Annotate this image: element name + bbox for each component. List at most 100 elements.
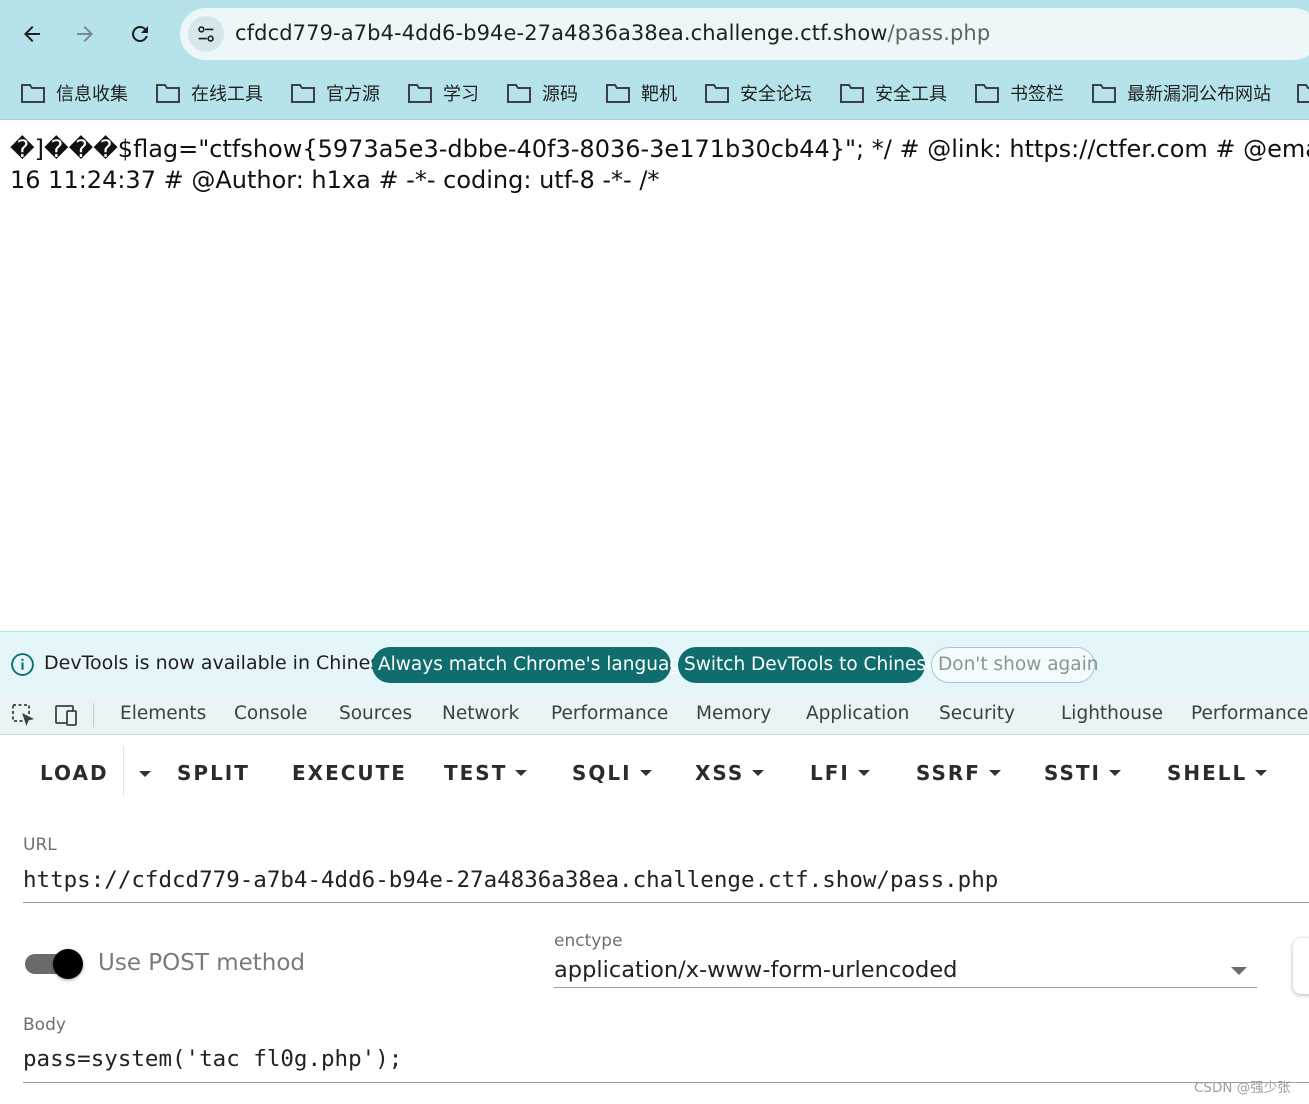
bookmark-label: 官方源 <box>326 84 380 105</box>
bookmark-label: 在线工具 <box>191 84 263 105</box>
tab-application[interactable]: Application <box>806 703 909 724</box>
execute-button[interactable]: EXECUTE <box>292 761 407 785</box>
tab-lighthouse[interactable]: Lighthouse <box>1061 703 1163 724</box>
shell-menu-button[interactable]: SHELL <box>1167 761 1268 785</box>
post-method-label: Use POST method <box>98 950 306 976</box>
sqli-label: SQLI <box>572 761 632 785</box>
hackbar-panel: LOAD SPLIT EXECUTE TEST SQLI XSS LFI SSR… <box>0 736 1309 1104</box>
post-method-toggle[interactable] <box>25 949 85 979</box>
bookmark-folder[interactable]: 官方源 <box>290 79 380 107</box>
watermark: CSDN @强少张 <box>1194 1080 1291 1096</box>
bookmark-label: 安全工具 <box>875 84 947 105</box>
shell-label: SHELL <box>1167 761 1248 785</box>
bookmark-label: 学习 <box>443 84 479 105</box>
xss-label: XSS <box>695 761 745 785</box>
url-host: cfdcd779-a7b4-4dd6-b94e-27a4836a38ea.cha… <box>235 21 888 45</box>
test-label: TEST <box>444 761 508 785</box>
folder-icon <box>156 84 180 103</box>
bookmark-folder[interactable]: 学习 <box>407 79 479 107</box>
chevron-down-icon <box>639 769 652 776</box>
test-menu-button[interactable]: TEST <box>444 761 528 785</box>
bookmark-folder[interactable]: 在线工具 <box>155 79 263 107</box>
chevron-down-icon <box>752 769 765 776</box>
chevron-down-icon <box>857 769 870 776</box>
ssrf-menu-button[interactable]: SSRF <box>916 761 1001 785</box>
tab-network[interactable]: Network <box>442 703 519 724</box>
toggle-knob <box>53 949 83 979</box>
reload-icon <box>132 25 148 42</box>
chevron-down-icon <box>988 769 1001 776</box>
always-match-language-button[interactable]: Always match Chrome's language <box>372 647 692 683</box>
hackbar-toolbar: LOAD SPLIT EXECUTE TEST SQLI XSS LFI SSR… <box>0 746 1309 800</box>
ssti-label: SSTI <box>1044 761 1101 785</box>
bookmark-folder[interactable]: 书签栏 <box>974 79 1064 107</box>
inspect-element-icon[interactable] <box>11 703 37 727</box>
lfi-menu-button[interactable]: LFI <box>810 761 870 785</box>
tab-sources[interactable]: Sources <box>339 703 412 724</box>
page-text-line: 16 11:24:37 # @Author: h1xa # -*- coding… <box>10 166 660 194</box>
bookmark-folder[interactable]: 安全论坛 <box>704 79 812 107</box>
bookmark-folder[interactable] <box>1296 79 1309 107</box>
lfi-label: LFI <box>810 761 850 785</box>
side-panel-card[interactable] <box>1293 938 1309 994</box>
switch-to-chinese-button[interactable]: Switch DevTools to Chinese <box>678 647 937 683</box>
enctype-label: enctype <box>554 931 623 951</box>
enctype-select[interactable]: application/x-www-form-urlencoded <box>554 957 957 983</box>
enctype-underline <box>554 987 1257 988</box>
xss-menu-button[interactable]: XSS <box>695 761 765 785</box>
url-text[interactable]: cfdcd779-a7b4-4dd6-b94e-27a4836a38ea.cha… <box>235 21 990 45</box>
bookmark-folder[interactable]: 靶机 <box>605 79 677 107</box>
url-field-underline <box>23 902 1309 903</box>
load-button[interactable]: LOAD <box>40 761 109 785</box>
chevron-down-icon <box>1255 769 1268 776</box>
ssrf-label: SSRF <box>916 761 981 785</box>
tab-security[interactable]: Security <box>939 703 1015 724</box>
split-button[interactable]: SPLIT <box>177 761 250 785</box>
toolbar-divider <box>93 703 94 727</box>
sqli-menu-button[interactable]: SQLI <box>572 761 652 785</box>
page-text-line: �]���$flag="ctfshow{5973a5e3-dbbe-40f3-… <box>10 135 1309 163</box>
body-field-label: Body <box>23 1015 66 1035</box>
chevron-down-icon <box>515 769 528 776</box>
chevron-down-icon <box>1109 769 1121 776</box>
bookmark-label: 最新漏洞公布网站 <box>1127 84 1271 105</box>
load-menu-caret-icon[interactable] <box>139 771 151 777</box>
url-field-label: URL <box>23 835 57 855</box>
tune-icon <box>198 26 214 42</box>
tab-performance-insights[interactable]: Performance i <box>1191 703 1309 724</box>
folder-icon <box>21 84 45 103</box>
folder-icon <box>606 84 630 103</box>
dont-show-again-button[interactable]: Don't show again <box>931 647 1098 683</box>
folder-icon <box>1092 84 1116 103</box>
bookmark-folder[interactable]: 源码 <box>506 79 578 107</box>
folder-icon <box>291 84 315 103</box>
url-field[interactable]: https://cfdcd779-a7b4-4dd6-b94e-27a4836a… <box>23 867 998 893</box>
tab-performance[interactable]: Performance <box>551 703 668 724</box>
dropdown-arrow-icon[interactable] <box>1231 967 1247 975</box>
bookmark-folder[interactable]: 信息收集 <box>20 79 128 107</box>
back-button[interactable] <box>14 16 50 52</box>
page-content: �]���$flag="ctfshow{5973a5e3-dbbe-40f3-… <box>0 121 1309 631</box>
reload-button[interactable] <box>122 16 158 52</box>
site-info-button[interactable] <box>188 16 224 52</box>
ssti-menu-button[interactable]: SSTI <box>1044 761 1121 785</box>
devtools-tabbar: Elements Console Sources Network Perform… <box>0 695 1309 735</box>
address-bar[interactable]: cfdcd779-a7b4-4dd6-b94e-27a4836a38ea.cha… <box>180 8 1309 60</box>
folder-icon <box>1297 84 1309 103</box>
bookmark-label: 信息收集 <box>56 84 128 105</box>
tab-elements[interactable]: Elements <box>120 703 206 724</box>
folder-icon <box>408 84 432 103</box>
load-divider <box>123 746 124 796</box>
tab-console[interactable]: Console <box>234 703 307 724</box>
folder-icon <box>975 84 999 103</box>
bookmark-label: 靶机 <box>641 84 677 105</box>
bookmarks-bar: 信息收集 在线工具 官方源 学习 源码 靶机 安全论坛 安全工具 书签栏 最新漏… <box>0 68 1309 120</box>
arrow-left-icon <box>24 26 40 42</box>
bookmark-folder[interactable]: 最新漏洞公布网站 <box>1091 79 1271 107</box>
device-toolbar-icon[interactable] <box>53 703 79 727</box>
forward-button[interactable] <box>67 16 103 52</box>
bookmark-folder[interactable]: 安全工具 <box>839 79 947 107</box>
body-field[interactable]: pass=system('tac fl0g.php'); <box>23 1046 402 1072</box>
tab-memory[interactable]: Memory <box>696 703 771 724</box>
info-icon <box>11 653 34 676</box>
